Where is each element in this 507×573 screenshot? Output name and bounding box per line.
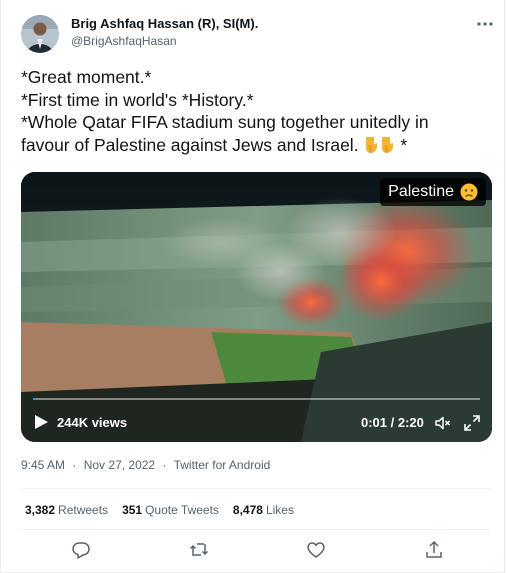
likes-count: 8,478 [232, 503, 263, 517]
tweet-text: *Great moment.* *First time in world's *… [21, 66, 496, 157]
video-progress-fill [33, 398, 37, 400]
tweet-trailing: * [400, 134, 408, 155]
retweet-icon[interactable] [189, 540, 211, 562]
tweet-meta: 9:45 AM · Nov 27, 2022 · Twitter for And… [21, 458, 270, 472]
meta-separator: · [162, 458, 167, 472]
worried-face-icon [460, 183, 478, 201]
retweets-count: 3,382 [25, 503, 56, 517]
pointing-down-emoji-icon [363, 136, 379, 155]
tweet-source[interactable]: Twitter for Android [174, 458, 271, 472]
video-progress-bar[interactable] [33, 398, 480, 400]
tweet-line: *Great moment.* [21, 67, 152, 87]
like-icon[interactable] [306, 540, 328, 562]
tweet-date[interactable]: Nov 27, 2022 [84, 458, 155, 472]
tweet-card: Brig Ashfaq Hassan (R), SI(M). @BrigAshf… [0, 0, 505, 573]
tweet-line: *Whole Qatar FIFA stadium sung together … [21, 112, 429, 132]
video-player[interactable]: Palestine 244K views 0:01 / 2:20 [21, 172, 492, 442]
retweets-label: Retweets [58, 503, 109, 517]
divider [21, 488, 490, 489]
pointing-down-emoji-icon [379, 136, 395, 155]
fullscreen-icon[interactable] [463, 414, 481, 432]
tweet-actions [1, 540, 506, 564]
tweet-stats: 3,382 Retweets 351 Quote Tweets 8,478 Likes [25, 503, 294, 517]
meta-separator: · [72, 458, 77, 472]
tweet-line: favour of Palestine against Jews and Isr… [21, 134, 496, 158]
retweets-stat[interactable]: 3,382 Retweets [25, 503, 108, 517]
more-horizontal-icon[interactable] [475, 14, 495, 34]
author-handle[interactable]: @BrigAshfaqHasan [71, 34, 177, 48]
quotes-label: Quote Tweets [145, 503, 219, 517]
muted-volume-icon[interactable] [434, 414, 452, 432]
avatar[interactable] [21, 15, 59, 53]
quotes-stat[interactable]: 351 Quote Tweets [122, 503, 219, 517]
tweet-time[interactable]: 9:45 AM [21, 458, 65, 472]
quotes-count: 351 [122, 503, 143, 517]
tweet-line: *First time in world's *History.* [21, 89, 254, 110]
view-count: 244K views [57, 415, 128, 430]
video-timecode: 0:01 / 2:20 [361, 415, 424, 430]
divider [21, 529, 490, 530]
author-name[interactable]: Brig Ashfaq Hassan (R), SI(M). [71, 16, 258, 31]
likes-stat[interactable]: 8,478 Likes [233, 503, 294, 517]
video-overlay-label: Palestine [380, 178, 486, 206]
tweet-line-text: favour of Palestine against Jews and Isr… [21, 134, 359, 155]
reply-icon[interactable] [71, 540, 93, 562]
play-icon[interactable] [31, 412, 51, 432]
likes-label: Likes [265, 503, 294, 517]
stadium-video-frame [21, 172, 492, 442]
overlay-text: Palestine [388, 183, 454, 200]
share-icon[interactable] [424, 540, 446, 562]
